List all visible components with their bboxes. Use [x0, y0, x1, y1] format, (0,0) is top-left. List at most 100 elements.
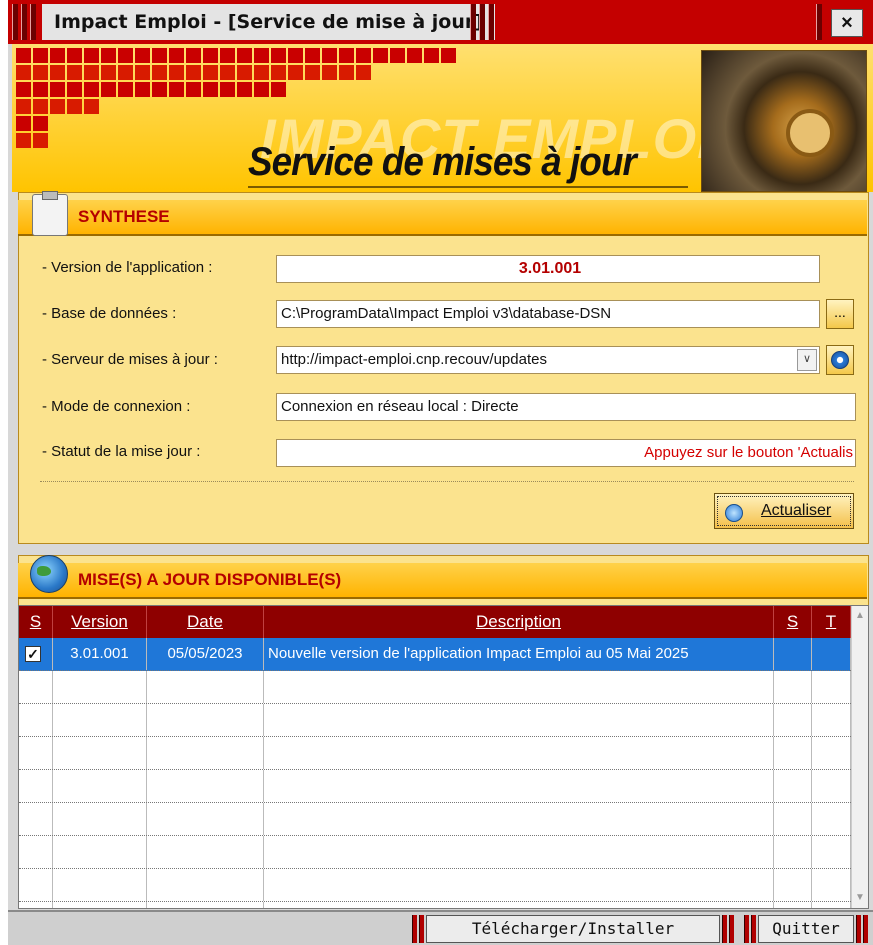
table-row-empty — [19, 836, 851, 869]
empty-cell — [147, 770, 264, 802]
synthese-title: SYNTHESE — [78, 207, 170, 226]
banner-title: Service de mises à jour — [248, 140, 637, 184]
empty-cell — [812, 836, 851, 868]
empty-cell — [774, 737, 812, 769]
version-label: - Version de l'application : — [42, 259, 213, 276]
empty-cell — [264, 737, 774, 769]
row-checkbox[interactable]: ✓ — [25, 646, 41, 662]
status-label: - Statut de la mise jour : — [42, 443, 201, 460]
empty-cell — [264, 704, 774, 736]
version-field: 3.01.001 — [276, 255, 820, 283]
empty-cell — [774, 836, 812, 868]
empty-cell — [53, 671, 147, 703]
title-decoration-left — [12, 4, 36, 40]
empty-cell — [147, 671, 264, 703]
status-field: Appuyez sur le bouton 'Actualis — [276, 439, 856, 467]
empty-cell — [147, 704, 264, 736]
gear-machinery-image — [701, 50, 867, 192]
globe-icon — [30, 555, 68, 593]
empty-cell — [19, 671, 53, 703]
table-row-empty — [19, 671, 851, 704]
empty-cell — [147, 737, 264, 769]
clipboard-icon — [32, 191, 68, 236]
table-row[interactable]: ✓ 3.01.001 05/05/2023 Nouvelle version d… — [19, 638, 851, 671]
column-header-description[interactable]: Description — [264, 606, 774, 638]
quit-button[interactable]: Quitter — [758, 915, 854, 943]
empty-cell — [53, 770, 147, 802]
server-select[interactable]: http://impact-emploi.cnp.recouv/updates … — [276, 346, 820, 374]
empty-cell — [812, 770, 851, 802]
row-description: Nouvelle version de l'application Impact… — [264, 638, 774, 670]
empty-cell — [264, 836, 774, 868]
column-header-select[interactable]: S — [19, 606, 53, 638]
row-version: 3.01.001 — [53, 638, 147, 670]
divider — [40, 481, 854, 482]
empty-cell — [812, 737, 851, 769]
synthese-header: SYNTHESE — [18, 191, 867, 236]
refresh-button[interactable]: Actualiser — [714, 493, 854, 529]
empty-cell — [19, 737, 53, 769]
server-label: - Serveur de mises à jour : — [42, 351, 218, 368]
empty-cell — [19, 869, 53, 901]
refresh-label: Actualiser — [761, 502, 832, 519]
gear-icon — [831, 351, 849, 369]
bottom-bar: Télécharger/Installer Quitter — [8, 910, 873, 945]
empty-cell — [774, 869, 812, 901]
column-header-s[interactable]: S — [774, 606, 812, 638]
empty-cell — [264, 770, 774, 802]
table-row-empty — [19, 770, 851, 803]
quit-label: Quitter — [772, 919, 840, 938]
button-decoration-mid2 — [744, 915, 756, 943]
table-row-empty — [19, 737, 851, 770]
browse-button[interactable]: ... — [826, 299, 854, 329]
empty-cell — [264, 869, 774, 901]
empty-cell — [264, 803, 774, 835]
title-bar[interactable]: Impact Emploi - [Service de mise à jour]… — [8, 0, 873, 44]
empty-cell — [774, 671, 812, 703]
empty-cell — [53, 737, 147, 769]
empty-cell — [812, 671, 851, 703]
empty-cell — [53, 803, 147, 835]
chevron-down-icon[interactable]: ∨ — [797, 349, 817, 371]
close-button[interactable]: × — [831, 9, 863, 37]
column-header-version[interactable]: Version — [53, 606, 147, 638]
updates-header: MISE(S) A JOUR DISPONIBLE(S) — [18, 555, 867, 599]
refresh-icon — [725, 504, 743, 522]
database-label: - Base de données : — [42, 305, 177, 322]
empty-cell — [774, 770, 812, 802]
vertical-scrollbar[interactable]: ▲ ▼ — [851, 606, 868, 908]
header-banner: IMPACT EMPLOI Service de mises à jour — [12, 44, 873, 192]
row-select-cell[interactable]: ✓ — [19, 638, 53, 670]
scroll-down-icon[interactable]: ▼ — [852, 890, 868, 906]
database-field[interactable]: C:\ProgramData\Impact Emploi v3\database… — [276, 300, 820, 328]
table-row-empty — [19, 704, 851, 737]
table-row-empty — [19, 803, 851, 836]
download-install-button[interactable]: Télécharger/Installer — [426, 915, 720, 943]
empty-cell — [19, 704, 53, 736]
empty-cell — [53, 836, 147, 868]
table-header: S Version Date Description S T — [19, 606, 851, 638]
empty-cell — [19, 836, 53, 868]
connection-field: Connexion en réseau local : Directe — [276, 393, 856, 421]
empty-cell — [264, 902, 774, 908]
empty-cell — [19, 770, 53, 802]
empty-cell — [147, 803, 264, 835]
server-settings-button[interactable] — [826, 345, 854, 375]
column-header-t[interactable]: T — [812, 606, 851, 638]
updates-table: S Version Date Description S T ✓ 3.01.00… — [18, 605, 869, 909]
empty-cell — [812, 803, 851, 835]
empty-cell — [53, 704, 147, 736]
server-select-value: http://impact-emploi.cnp.recouv/updates — [281, 351, 547, 368]
empty-cell — [774, 902, 812, 908]
table-row-empty — [19, 869, 851, 902]
column-header-date[interactable]: Date — [147, 606, 264, 638]
empty-cell — [53, 902, 147, 908]
title-decoration-right — [470, 4, 494, 40]
row-t — [812, 638, 851, 670]
button-decoration-left — [412, 915, 424, 943]
scroll-up-icon[interactable]: ▲ — [852, 608, 868, 624]
button-decoration-mid — [722, 915, 734, 943]
empty-cell — [147, 869, 264, 901]
row-date: 05/05/2023 — [147, 638, 264, 670]
window-title: Impact Emploi - [Service de mise à jour] — [42, 4, 495, 40]
